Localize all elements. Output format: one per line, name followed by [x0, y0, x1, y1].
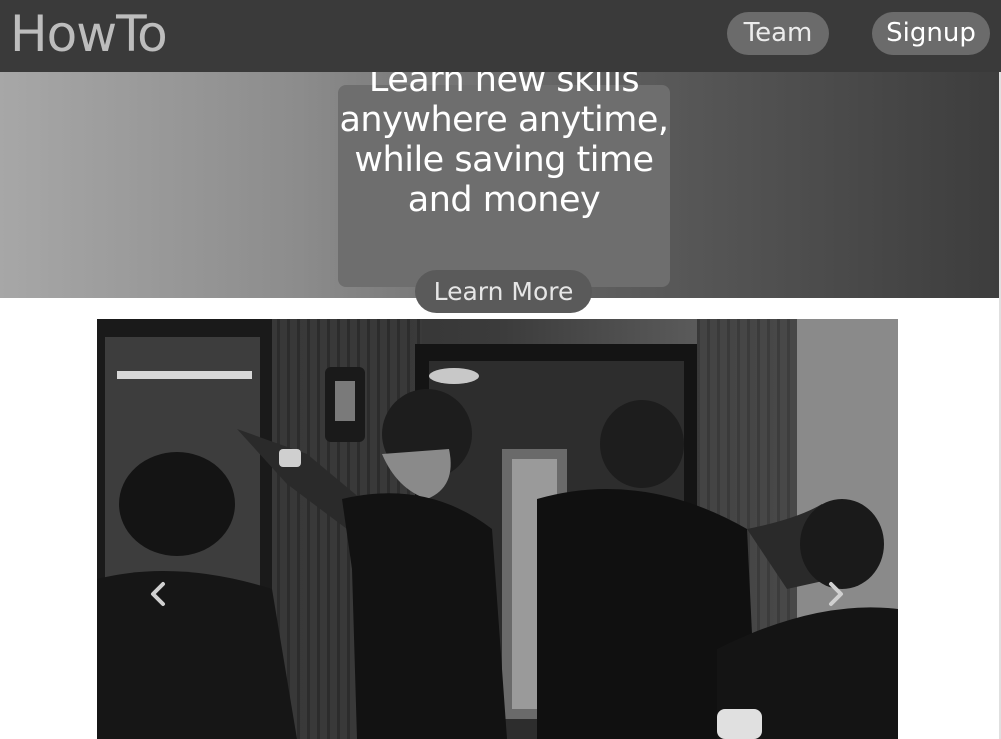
- hero-headline: Learn new skills anywhere anytime, while…: [339, 72, 669, 220]
- image-carousel[interactable]: [97, 319, 898, 739]
- hero-section: Learn new skills anywhere anytime, while…: [0, 72, 999, 298]
- nav-signup-button[interactable]: Signup: [872, 12, 990, 55]
- carousel-next-button[interactable]: [815, 574, 855, 614]
- learn-more-button[interactable]: Learn More: [415, 270, 592, 313]
- navbar: HowTo Team Signup: [0, 0, 1001, 72]
- chevron-left-icon: [151, 582, 165, 606]
- brand-logo[interactable]: HowTo: [10, 2, 168, 66]
- hero-clip: Learn new skills anywhere anytime, while…: [0, 72, 999, 298]
- chevron-right-icon: [829, 582, 843, 606]
- nav-team-button[interactable]: Team: [727, 12, 829, 55]
- carousel-prev-button[interactable]: [139, 574, 179, 614]
- barbershop-photo: [97, 319, 898, 739]
